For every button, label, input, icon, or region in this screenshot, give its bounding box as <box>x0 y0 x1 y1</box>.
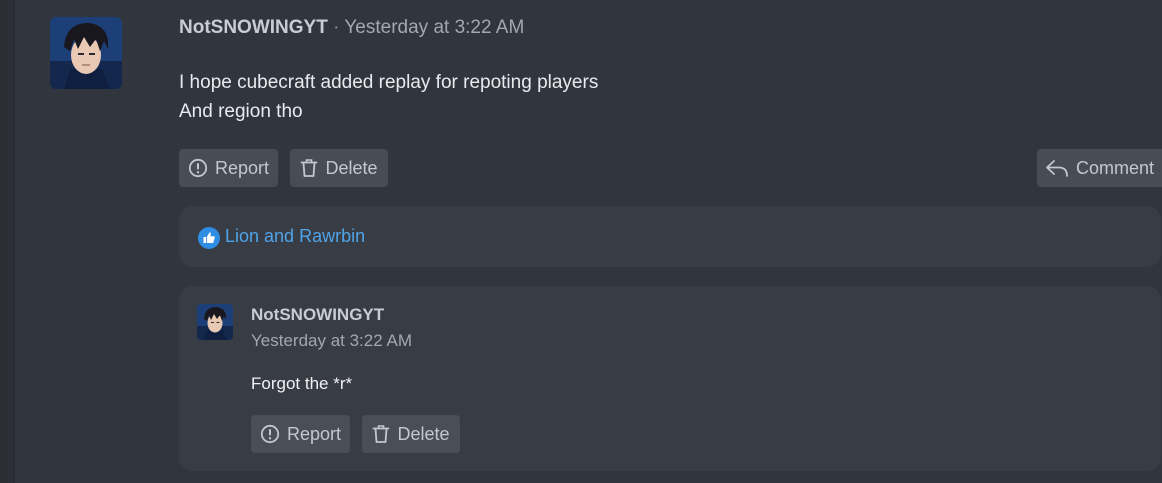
reply-author[interactable]: NotSNOWINGYT <box>251 305 384 325</box>
trash-icon <box>373 425 390 443</box>
reply-delete-button[interactable]: Delete <box>362 415 460 453</box>
delete-label: Delete <box>325 157 378 178</box>
reply-avatar[interactable] <box>197 304 233 340</box>
exclamation-circle-icon <box>188 158 208 178</box>
thumbs-up-icon[interactable] <box>198 227 220 249</box>
avatar[interactable] <box>50 17 122 89</box>
report-label: Report <box>214 157 270 178</box>
trash-icon <box>301 159 318 177</box>
reactions-bar: Lion and Rawrbin <box>179 206 1161 267</box>
avatar-image <box>50 17 122 89</box>
comment-label: Comment <box>1075 157 1155 178</box>
avatar-image <box>197 304 233 340</box>
post-body-line: And region tho <box>179 101 303 122</box>
post-author[interactable]: NotSNOWINGYT <box>179 17 328 38</box>
reply-arrow-icon <box>1046 160 1068 177</box>
report-button[interactable]: Report <box>179 149 278 187</box>
post-body: I hope cubecraft added replay for repoti… <box>179 68 598 126</box>
reply-timestamp[interactable]: Yesterday at 3:22 AM <box>251 331 412 351</box>
reply-body: Forgot the *r* <box>251 374 353 393</box>
reply-report-button[interactable]: Report <box>251 415 350 453</box>
reactions-list[interactable]: Lion and Rawrbin <box>225 226 365 247</box>
header-separator: · <box>333 17 340 38</box>
report-label: Report <box>286 423 342 444</box>
exclamation-circle-icon <box>260 424 280 444</box>
delete-label: Delete <box>397 423 450 444</box>
post-timestamp[interactable]: Yesterday at 3:22 AM <box>344 17 524 38</box>
thread-page: NotSNOWINGYT · Yesterday at 3:22 AM I ho… <box>0 0 1162 483</box>
left-rail <box>0 0 15 483</box>
comment-card: NotSNOWINGYT Yesterday at 3:22 AM Forgot… <box>179 286 1161 471</box>
delete-button[interactable]: Delete <box>290 149 388 187</box>
post-header: NotSNOWINGYT · Yesterday at 3:22 AM <box>179 17 524 39</box>
post-body-line: I hope cubecraft added replay for repoti… <box>179 72 599 93</box>
comment-button[interactable]: Comment <box>1037 149 1162 187</box>
